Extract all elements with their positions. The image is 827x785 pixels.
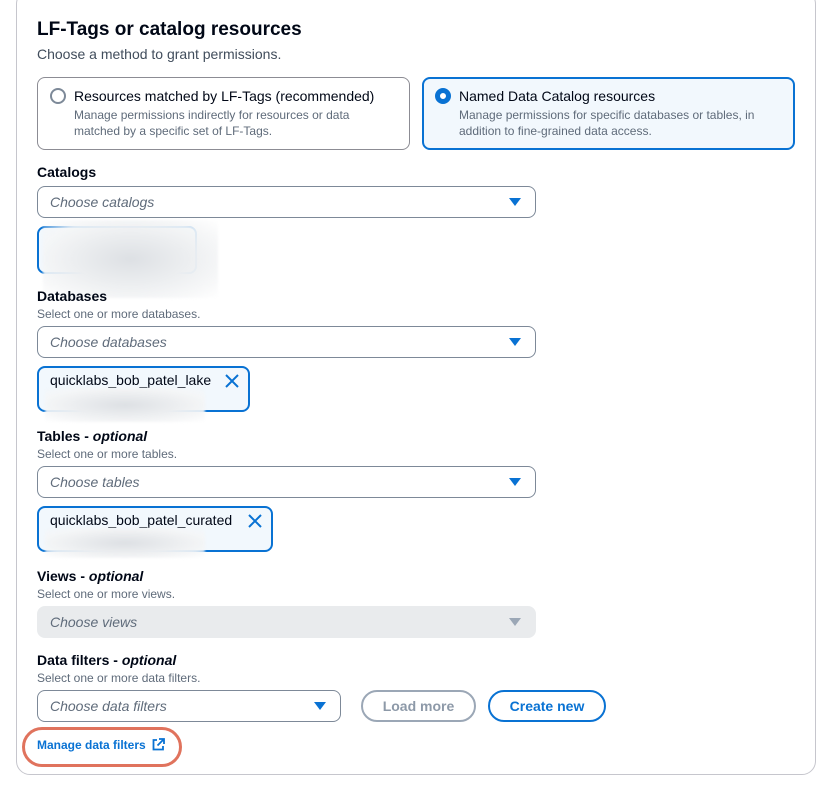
- data-filters-select[interactable]: Choose data filters: [37, 690, 341, 722]
- caret-down-icon: [509, 618, 521, 626]
- method-label: Named Data Catalog resources: [459, 88, 656, 104]
- caret-down-icon: [509, 478, 521, 486]
- table-token-label: quicklabs_bob_patel_curated: [50, 512, 233, 528]
- section-title: LF-Tags or catalog resources: [37, 19, 302, 40]
- views-label: Views - optional: [37, 568, 144, 584]
- data-filters-description: Select one or more data filters.: [37, 671, 201, 685]
- redacted-region: [45, 528, 205, 558]
- section-subtitle: Choose a method to grant permissions.: [37, 46, 282, 62]
- data-filters-placeholder: Choose data filters: [50, 698, 167, 714]
- databases-placeholder: Choose databases: [50, 334, 167, 350]
- radio-unselected[interactable]: [50, 88, 66, 104]
- views-placeholder: Choose views: [50, 614, 138, 630]
- redacted-region: [45, 388, 205, 422]
- method-tile-lf-tags[interactable]: Resources matched by LF-Tags (recommende…: [37, 77, 410, 150]
- database-token-label: quicklabs_bob_patel_lake: [50, 372, 212, 388]
- close-icon[interactable]: [224, 373, 240, 389]
- create-new-button[interactable]: Create new: [488, 690, 606, 722]
- method-description: Manage permissions indirectly for resour…: [74, 108, 350, 138]
- caret-down-icon: [509, 338, 521, 346]
- method-label: Resources matched by LF-Tags (recommende…: [74, 88, 375, 104]
- tables-label: Tables - optional: [37, 428, 148, 444]
- views-description: Select one or more views.: [37, 587, 176, 601]
- databases-select[interactable]: Choose databases: [37, 326, 536, 358]
- load-more-button: Load more: [361, 690, 476, 722]
- catalogs-select[interactable]: Choose catalogs: [37, 186, 536, 218]
- data-filters-label: Data filters - optional: [37, 652, 177, 668]
- method-tile-named-resources[interactable]: Named Data Catalog resources Manage perm…: [422, 77, 795, 150]
- databases-label: Databases: [37, 288, 108, 304]
- method-description: Manage permissions for specific database…: [459, 108, 755, 138]
- catalogs-label: Catalogs: [37, 164, 97, 180]
- caret-down-icon: [314, 702, 326, 710]
- tables-description: Select one or more tables.: [37, 447, 178, 461]
- close-icon[interactable]: [247, 513, 263, 529]
- tables-placeholder: Choose tables: [50, 474, 140, 490]
- redacted-region: [43, 220, 218, 298]
- caret-down-icon: [509, 198, 521, 206]
- tables-select[interactable]: Choose tables: [37, 466, 536, 498]
- catalogs-placeholder: Choose catalogs: [50, 194, 155, 210]
- annotation-highlight-ring: [22, 727, 182, 767]
- radio-selected[interactable]: [435, 88, 451, 104]
- views-select: Choose views: [37, 606, 536, 638]
- databases-description: Select one or more databases.: [37, 307, 201, 321]
